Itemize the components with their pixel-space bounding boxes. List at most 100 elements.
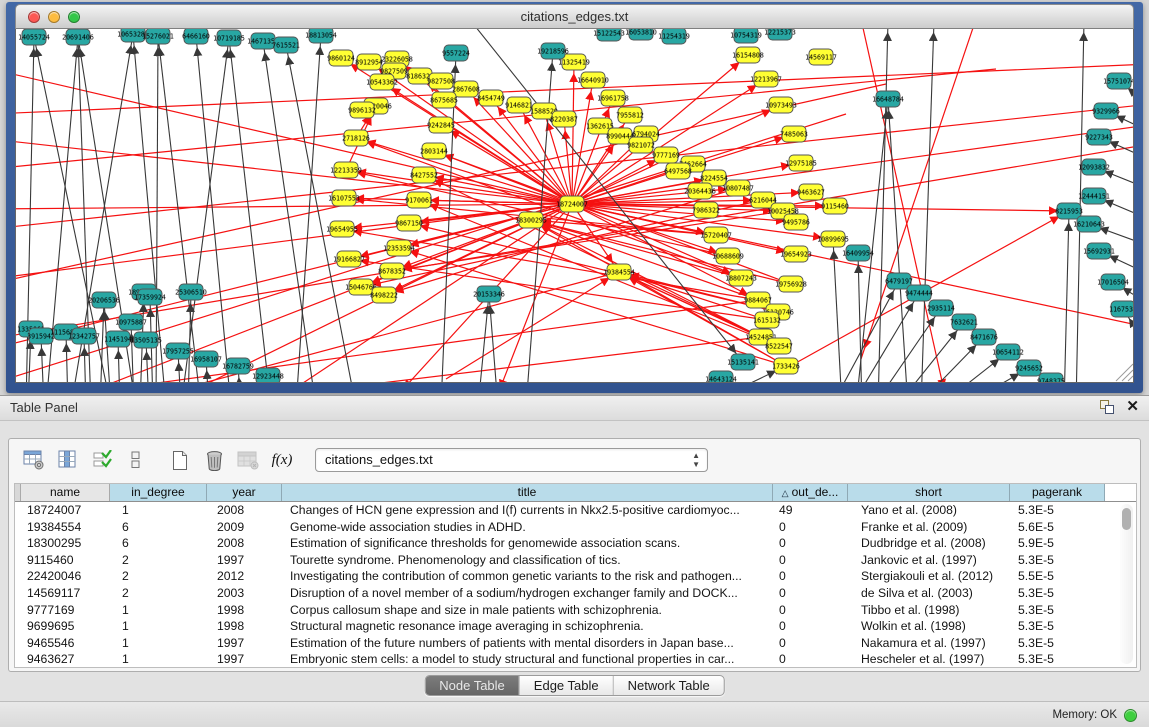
network-node[interactable]: 9474444 — [905, 285, 933, 301]
network-node[interactable]: 16154808 — [732, 47, 764, 63]
cell-short[interactable]: Jankovic et al. (1997) — [848, 552, 1010, 569]
column-header-title[interactable]: title — [282, 484, 773, 501]
network-node[interactable]: 20206536 — [88, 292, 120, 308]
cell-year[interactable]: 1997 — [207, 651, 282, 668]
network-window[interactable]: citations_edges.txt 18724007986012489129… — [6, 2, 1143, 393]
network-edge[interactable] — [16, 204, 572, 279]
cell-name[interactable]: 19384554 — [21, 519, 110, 536]
cell-title[interactable]: Changes of HCN gene expression and I(f) … — [282, 502, 773, 519]
cell-title[interactable]: Estimation of significance thresholds fo… — [282, 535, 773, 552]
network-node[interactable]: 12353594 — [383, 240, 415, 256]
network-node[interactable]: 1145194 — [104, 331, 132, 347]
network-node[interactable]: 9557224 — [442, 45, 470, 61]
network-edge[interactable] — [16, 69, 996, 169]
cell-outde[interactable]: 0 — [773, 602, 848, 619]
network-node[interactable]: 9495786 — [782, 214, 810, 230]
column-header-short[interactable]: short — [848, 484, 1010, 501]
network-window-titlebar[interactable]: citations_edges.txt — [15, 4, 1134, 29]
network-node[interactable]: 8454749 — [477, 90, 505, 106]
network-edge[interactable] — [921, 29, 934, 383]
network-node[interactable]: 16409954 — [842, 245, 874, 261]
cell-pagerank[interactable]: 5.3E-5 — [1010, 585, 1105, 602]
cell-indegree[interactable]: 1 — [110, 651, 207, 668]
cell-year[interactable]: 2008 — [207, 535, 282, 552]
cell-title[interactable]: Estimation of the future numbers of pati… — [282, 635, 773, 652]
cell-indegree[interactable]: 1 — [110, 602, 207, 619]
network-node[interactable]: 12975185 — [785, 155, 817, 171]
network-node[interactable]: 1167533 — [1109, 301, 1134, 317]
cell-outde[interactable]: 0 — [773, 519, 848, 536]
table-row[interactable]: 977716911998Corpus callosum shape and si… — [15, 602, 1136, 619]
cell-indegree[interactable]: 2 — [110, 568, 207, 585]
network-edge[interactable] — [572, 62, 574, 204]
cell-outde[interactable]: 0 — [773, 568, 848, 585]
cell-short[interactable]: Dudbridge et al. (2008) — [848, 535, 1010, 552]
cell-outde[interactable]: 0 — [773, 651, 848, 668]
network-node[interactable]: 15692931 — [1083, 243, 1115, 259]
network-node[interactable]: 18724007 — [556, 196, 588, 212]
network-edge[interactable] — [158, 36, 201, 383]
network-node[interactable]: 1615132 — [753, 312, 781, 328]
memory-status-indicator[interactable] — [1124, 709, 1137, 722]
cell-name[interactable]: 9463627 — [21, 651, 110, 668]
network-node[interactable]: 19654923 — [780, 246, 812, 262]
network-node[interactable]: 8522547 — [765, 338, 793, 354]
import-table-button[interactable] — [233, 445, 263, 475]
cell-indegree[interactable]: 2 — [110, 585, 207, 602]
network-node[interactable]: 10654112 — [992, 344, 1024, 360]
cell-title[interactable]: Investigating the contribution of common… — [282, 568, 773, 585]
cell-name[interactable]: 9777169 — [21, 602, 110, 619]
network-node[interactable]: 9827508 — [427, 73, 455, 89]
network-node[interactable]: 6497568 — [664, 163, 692, 179]
network-node[interactable]: 9860124 — [327, 50, 355, 66]
cell-short[interactable]: Franke et al. (2009) — [848, 519, 1010, 536]
scrollbar-thumb[interactable] — [1122, 508, 1131, 530]
cell-pagerank[interactable]: 5.5E-5 — [1010, 568, 1105, 585]
cell-short[interactable]: Stergiakouli et al. (2012) — [848, 568, 1010, 585]
cell-title[interactable]: Structural magnetic resonance image aver… — [282, 618, 773, 635]
network-node[interactable]: 20364436 — [684, 183, 716, 199]
column-header-pagerank[interactable]: pagerank — [1010, 484, 1105, 501]
network-edge[interactable] — [229, 38, 271, 383]
cell-short[interactable]: Tibbo et al. (1998) — [848, 602, 1010, 619]
table-vertical-scrollbar[interactable] — [1120, 504, 1133, 664]
cell-outde[interactable]: 0 — [773, 635, 848, 652]
network-canvas[interactable]: 1872400798601248912954232260589827509105… — [15, 29, 1134, 383]
cell-outde[interactable]: 0 — [773, 618, 848, 635]
network-node[interactable]: 25306510 — [175, 284, 207, 300]
cell-name[interactable]: 18300295 — [21, 535, 110, 552]
cell-indegree[interactable]: 2 — [110, 552, 207, 569]
network-node[interactable]: 10688609 — [712, 248, 744, 264]
cell-short[interactable]: de Silva et al. (2003) — [848, 585, 1010, 602]
float-panel-icon[interactable] — [1100, 400, 1114, 414]
cell-pagerank[interactable]: 5.3E-5 — [1010, 635, 1105, 652]
network-edge[interactable] — [196, 36, 231, 383]
new-column-button[interactable] — [165, 445, 195, 475]
network-node[interactable]: 9867150 — [395, 215, 423, 231]
network-node[interactable]: 16640910 — [577, 72, 609, 88]
cell-year[interactable]: 2008 — [207, 502, 282, 519]
network-edge[interactable] — [424, 175, 761, 337]
network-node[interactable]: 8220387 — [550, 111, 578, 127]
column-header-name[interactable]: name — [21, 484, 110, 501]
network-node[interactable]: 8427552 — [410, 167, 438, 183]
cell-pagerank[interactable]: 5.3E-5 — [1010, 552, 1105, 569]
close-panel-icon[interactable]: ✕ — [1126, 400, 1139, 414]
network-edge[interactable] — [831, 281, 899, 383]
network-node[interactable]: 2718126 — [342, 130, 370, 146]
network-node[interactable]: 6466160 — [182, 29, 210, 44]
cell-name[interactable]: 14569117 — [21, 585, 110, 602]
network-node[interactable]: 10899695 — [817, 231, 849, 247]
network-node[interactable]: 19384554 — [603, 264, 635, 280]
network-node[interactable]: 15276021 — [142, 29, 174, 44]
cell-year[interactable]: 2009 — [207, 519, 282, 536]
network-edge[interactable] — [878, 29, 888, 383]
network-node[interactable]: 19166827 — [333, 251, 365, 267]
cell-title[interactable]: Corpus callosum shape and size in male p… — [282, 602, 773, 619]
table-row[interactable]: 969969511998Structural magnetic resonanc… — [15, 618, 1136, 635]
table-row[interactable]: 1872400712008Changes of HCN gene express… — [15, 502, 1136, 519]
network-node[interactable]: 18807243 — [725, 270, 757, 286]
table-row[interactable]: 946554611997Estimation of the future num… — [15, 635, 1136, 652]
network-node[interactable]: 7986322 — [692, 202, 720, 218]
network-node[interactable]: 12213967 — [750, 71, 782, 87]
